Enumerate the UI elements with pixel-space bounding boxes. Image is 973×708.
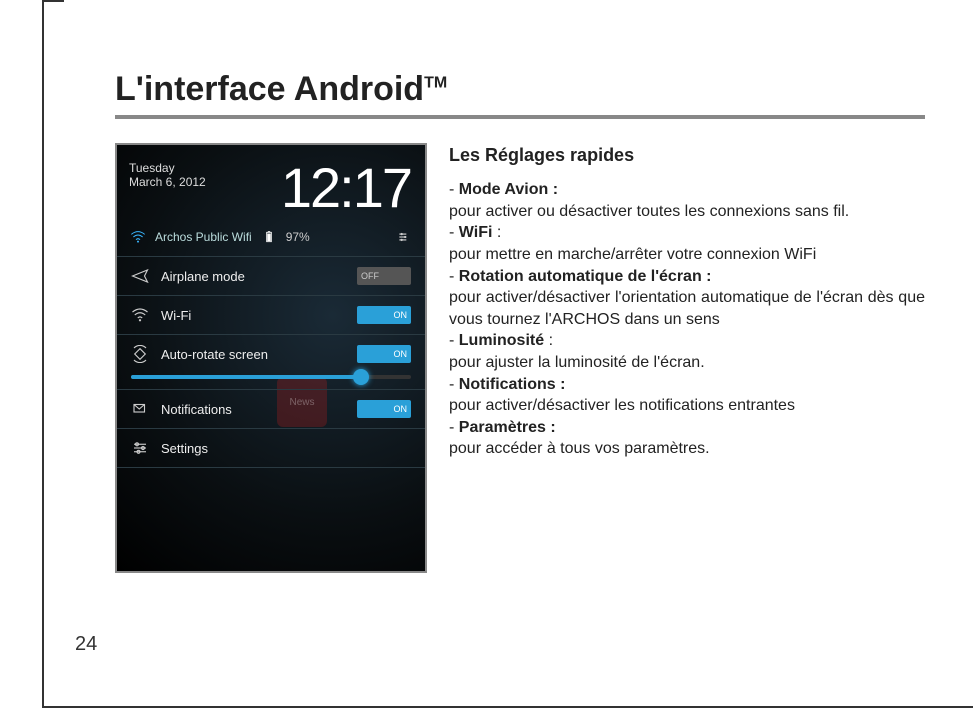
qs-label: Settings <box>161 441 411 456</box>
title-divider <box>115 115 925 119</box>
notifications-icon <box>131 400 149 418</box>
item-luminosite-desc: pour ajuster la luminosité de l'écran. <box>449 352 925 374</box>
rotate-icon <box>131 345 149 363</box>
qs-label: Wi-Fi <box>161 308 345 323</box>
item-rotation: - Rotation automatique de l'écran : <box>449 266 925 288</box>
qs-auto-rotate[interactable]: Auto-rotate screen ON <box>117 334 425 373</box>
device-screenshot: News Tuesday March 6, 2012 12:17 Archos … <box>115 143 427 573</box>
qs-label: Airplane mode <box>161 269 345 284</box>
item-parametres-desc: pour accéder à tous vos paramètres. <box>449 438 925 460</box>
settings-quick-icon[interactable] <box>395 228 413 246</box>
qs-settings[interactable]: Settings <box>117 428 425 468</box>
item-luminosite: - Luminosité : <box>449 330 925 352</box>
qs-airplane-mode[interactable]: Airplane mode OFF <box>117 256 425 295</box>
date-day: Tuesday <box>129 161 206 175</box>
airplane-icon <box>131 267 149 285</box>
quick-settings-list: Airplane mode OFF Wi-Fi ON <box>117 256 425 468</box>
page-number: 24 <box>75 633 97 656</box>
page-title: L'interface AndroidTM <box>115 70 925 109</box>
brightness-slider[interactable] <box>131 375 411 379</box>
item-notifications-desc: pour activer/désactiver les notification… <box>449 395 925 417</box>
qs-brightness[interactable] <box>117 373 425 389</box>
settings-sliders-icon <box>131 439 149 457</box>
date-block: Tuesday March 6, 2012 <box>129 161 206 190</box>
qs-label: Auto-rotate screen <box>161 347 345 362</box>
toggle-on[interactable]: ON <box>357 400 411 418</box>
qs-label: Notifications <box>161 402 345 417</box>
qs-notifications[interactable]: Notifications ON <box>117 389 425 428</box>
battery-percent: 97% <box>286 230 310 244</box>
description-column: Les Réglages rapides - Mode Avion : pour… <box>449 143 925 573</box>
toggle-off[interactable]: OFF <box>357 267 411 285</box>
item-wifi-desc: pour mettre en marche/arrêter votre conn… <box>449 244 925 266</box>
wifi-icon <box>129 228 147 246</box>
item-mode-avion-desc: pour activer ou désactiver toutes les co… <box>449 201 925 223</box>
clock: 12:17 <box>281 155 411 220</box>
qs-wifi[interactable]: Wi-Fi ON <box>117 295 425 334</box>
toggle-on[interactable]: ON <box>357 345 411 363</box>
item-parametres: - Paramètres : <box>449 417 925 439</box>
notification-header: Tuesday March 6, 2012 12:17 <box>117 145 425 224</box>
item-rotation-desc: pour activer/désactiver l'orientation au… <box>449 287 925 330</box>
item-mode-avion: - Mode Avion : <box>449 179 925 201</box>
status-row: Archos Public Wifi 97% <box>117 224 425 256</box>
title-text: L'interface Android <box>115 70 424 108</box>
item-wifi: - WiFi : <box>449 222 925 244</box>
item-notifications: - Notifications : <box>449 374 925 396</box>
toggle-on[interactable]: ON <box>357 306 411 324</box>
trademark: TM <box>424 75 447 92</box>
wifi-icon <box>131 306 149 324</box>
slider-thumb[interactable] <box>353 369 369 385</box>
date-full: March 6, 2012 <box>129 175 206 189</box>
wifi-ssid: Archos Public Wifi <box>155 230 252 244</box>
section-title: Les Réglages rapides <box>449 143 925 167</box>
battery-icon <box>260 228 278 246</box>
